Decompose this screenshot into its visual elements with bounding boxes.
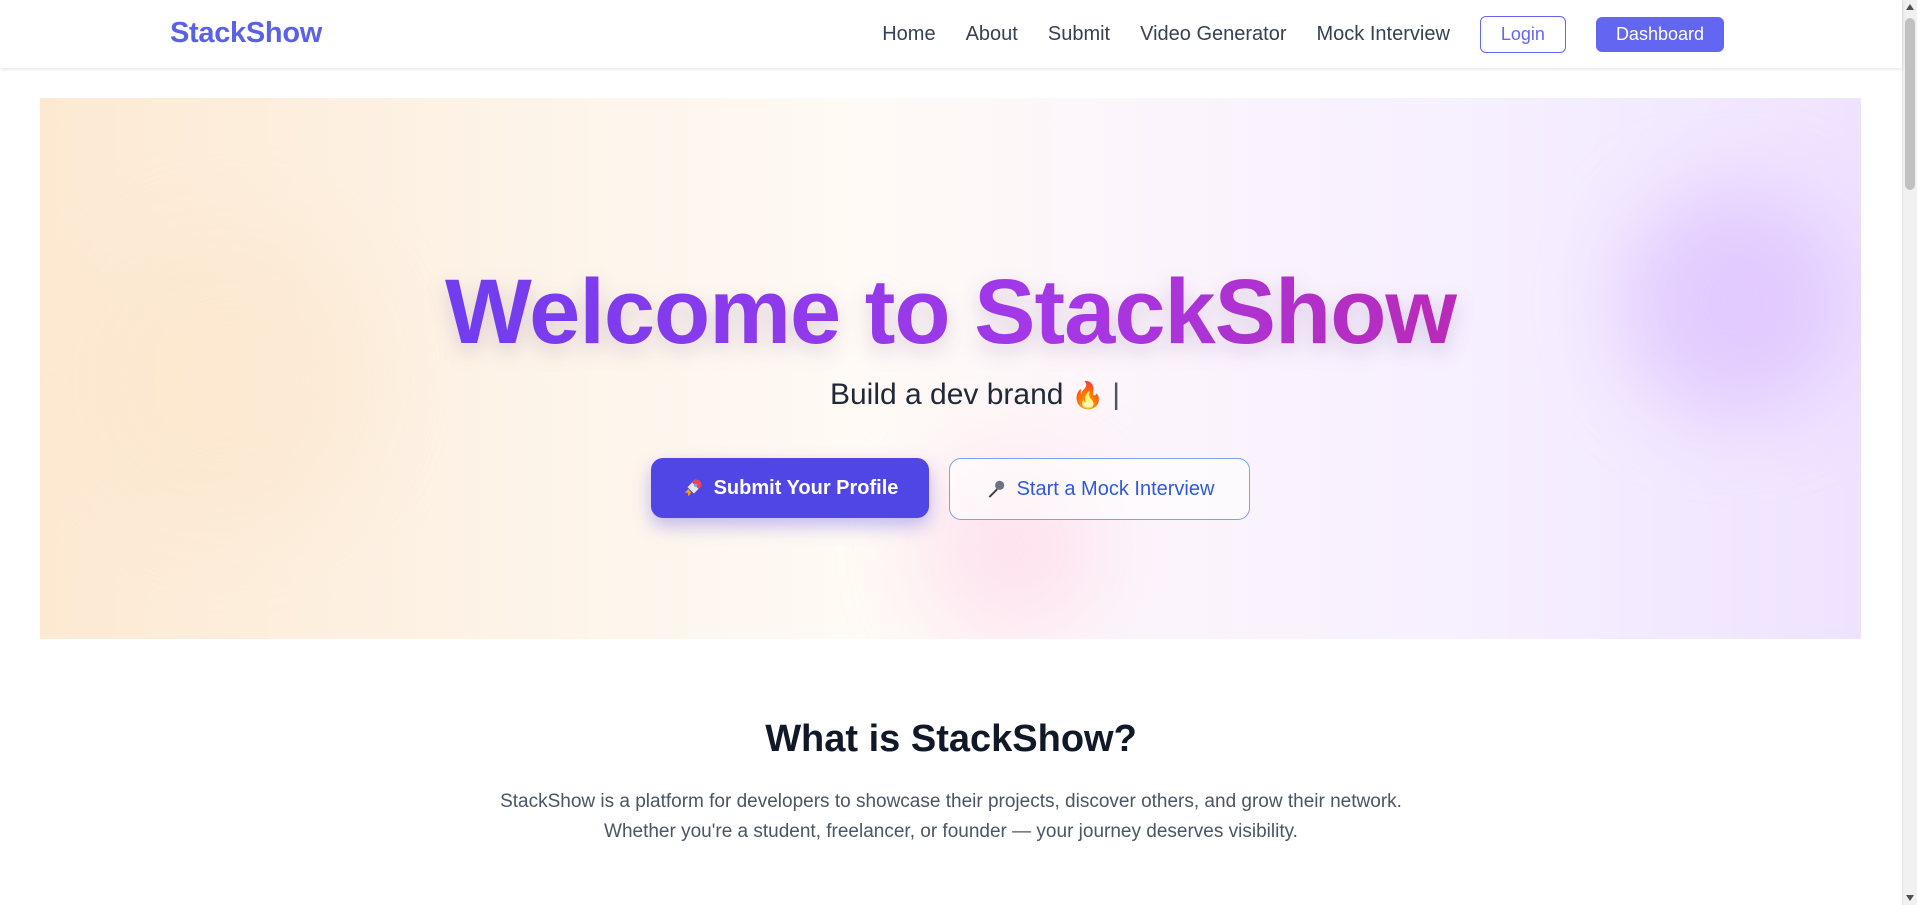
nav-link-mock-interview[interactable]: Mock Interview [1317, 15, 1450, 53]
brand-logo[interactable]: StackShow [170, 17, 322, 50]
hero-section: Welcome to StackShow Build a dev brand 🔥… [40, 98, 1861, 639]
nav-link-home[interactable]: Home [882, 15, 935, 53]
scroll-thumb[interactable] [1905, 18, 1915, 190]
microphone-icon [985, 478, 1007, 500]
nav-links: Home About Submit Video Generator Mock I… [882, 15, 1724, 53]
vertical-scrollbar[interactable] [1902, 0, 1917, 905]
scroll-up-icon[interactable] [1906, 4, 1914, 10]
login-button[interactable]: Login [1479, 15, 1566, 53]
hero-buttons: Submit Your Profile Start a Mock Intervi… [651, 458, 1250, 520]
fire-icon: 🔥 [1071, 380, 1105, 410]
dashboard-button[interactable]: Dashboard [1595, 16, 1724, 52]
submit-profile-label: Submit Your Profile [713, 476, 899, 499]
nav-link-about[interactable]: About [966, 15, 1018, 53]
nav-link-video-generator[interactable]: Video Generator [1140, 15, 1286, 53]
submit-profile-button[interactable]: Submit Your Profile [651, 458, 929, 518]
nav-link-submit[interactable]: Submit [1048, 15, 1110, 53]
hero-subtitle: Build a dev brand 🔥 | [40, 378, 1861, 412]
about-line-2: Whether you're a student, freelancer, or… [604, 821, 1298, 842]
navbar: StackShow Home About Submit Video Genera… [0, 0, 1902, 68]
hero-subtitle-text: Build a dev brand [829, 378, 1064, 411]
start-mock-interview-label: Start a Mock Interview [1016, 477, 1215, 500]
rocket-icon [682, 477, 704, 499]
about-description: StackShow is a platform for developers t… [0, 787, 1902, 847]
about-title: What is StackShow? [765, 718, 1137, 760]
hero-title: Welcome to StackShow [40, 260, 1861, 365]
start-mock-interview-button[interactable]: Start a Mock Interview [949, 458, 1250, 520]
typing-cursor: | [1112, 378, 1120, 411]
scroll-down-icon[interactable] [1906, 895, 1914, 901]
about-line-1: StackShow is a platform for developers t… [500, 791, 1402, 812]
